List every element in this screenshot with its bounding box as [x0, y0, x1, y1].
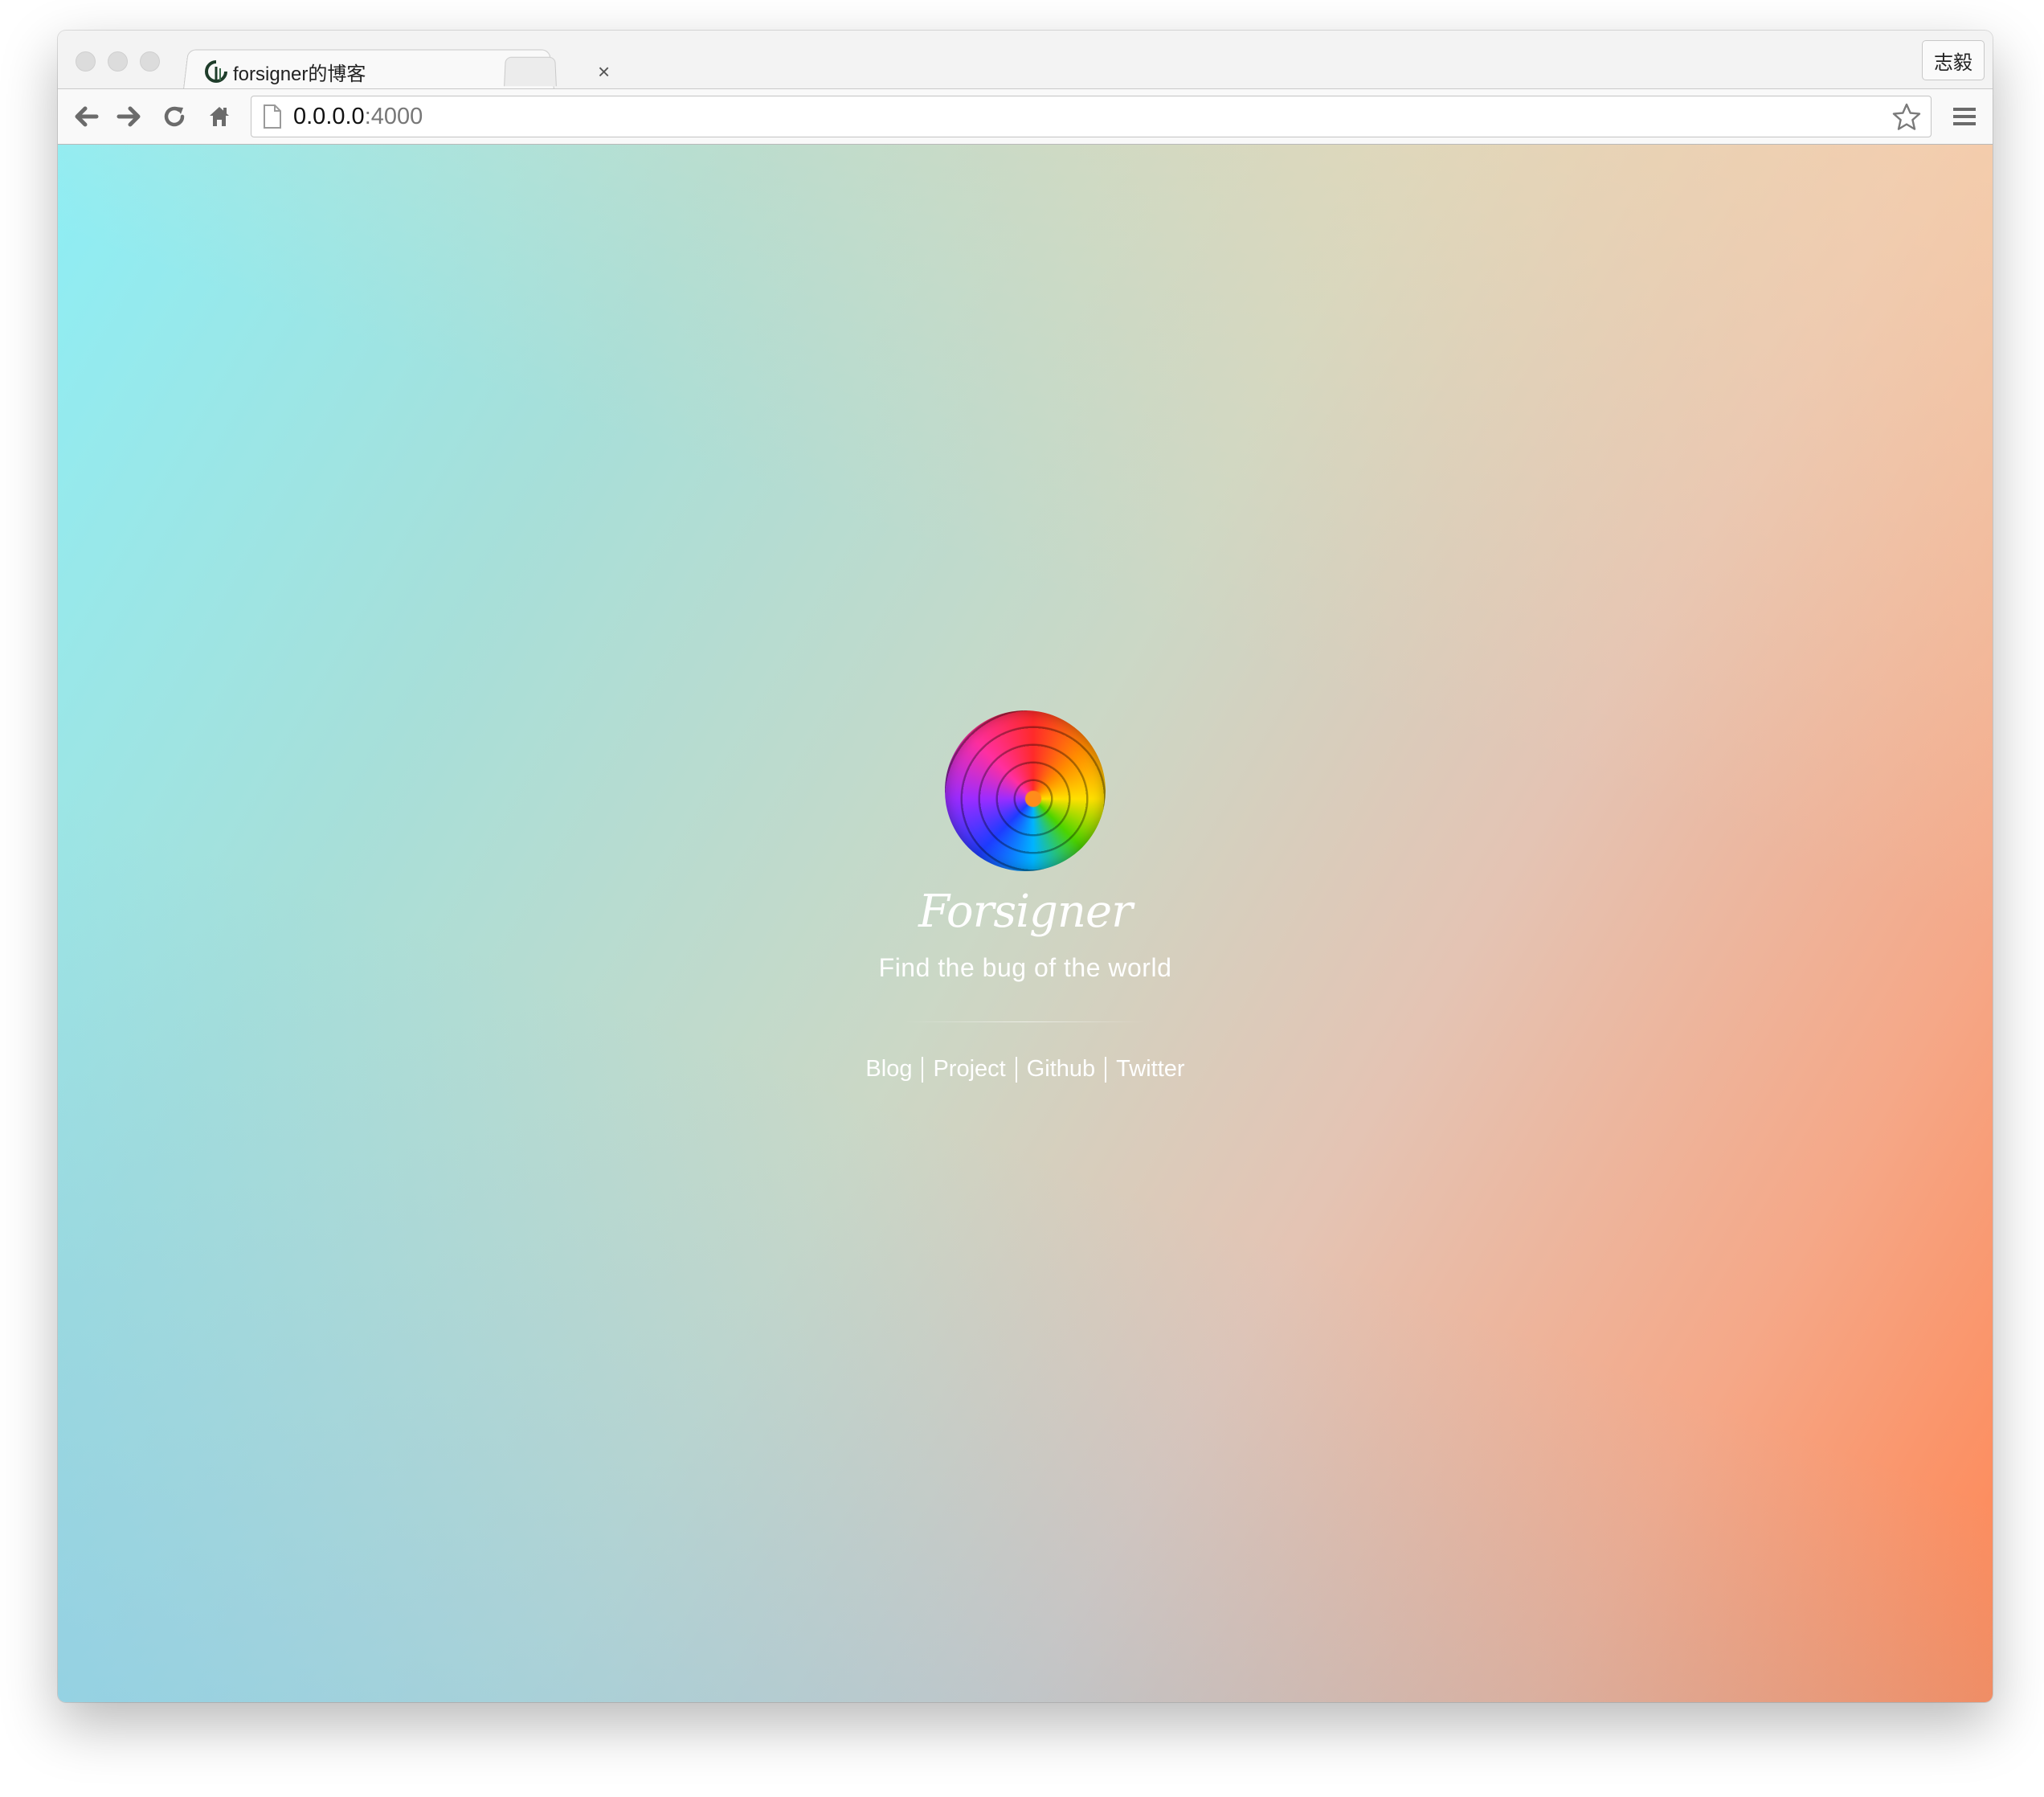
zoom-window-button[interactable]: [140, 51, 160, 72]
home-icon[interactable]: [202, 100, 236, 133]
site-tagline: Find the bug of the world: [878, 953, 1172, 982]
address-bar[interactable]: 0.0.0.0:4000: [251, 96, 1932, 137]
profile-button[interactable]: 志毅: [1922, 40, 1985, 80]
tab-content: forsigner的博客 ×: [196, 55, 610, 88]
nav-link-github[interactable]: Github: [1022, 1056, 1100, 1083]
bookmark-star-icon[interactable]: [1891, 101, 1923, 133]
nav-link-blog[interactable]: Blog: [861, 1056, 917, 1083]
reload-icon[interactable]: [157, 100, 191, 133]
nav-links: Blog Project Github Twitter: [58, 1056, 1993, 1083]
browser-window: forsigner的博客 × 志毅 0.0.0.0:4000 Forsigne…: [58, 31, 1993, 1702]
minimize-window-button[interactable]: [108, 51, 128, 72]
nav-separator: [1015, 1056, 1017, 1083]
new-tab-button[interactable]: [504, 56, 557, 87]
nav-separator: [922, 1056, 924, 1083]
page-icon: [263, 104, 282, 129]
tab-close-icon[interactable]: ×: [598, 59, 610, 84]
url-host: 0.0.0.0: [293, 103, 365, 129]
site-favicon-icon: [204, 59, 228, 84]
toolbar: 0.0.0.0:4000: [58, 88, 1993, 145]
hero: Forsigner Find the bug of the world Blog…: [58, 710, 1993, 1083]
url-port: :4000: [364, 103, 423, 129]
page-viewport: Forsigner Find the bug of the world Blog…: [58, 145, 1993, 1702]
site-name: Forsigner: [918, 886, 1133, 938]
back-arrow-icon[interactable]: [69, 100, 103, 133]
nav-separator: [1105, 1056, 1107, 1083]
nav-link-project[interactable]: Project: [928, 1056, 1010, 1083]
forward-arrow-icon[interactable]: [112, 100, 146, 133]
close-window-button[interactable]: [76, 51, 96, 72]
tab-strip: forsigner的博客 × 志毅: [58, 31, 1993, 89]
menu-icon[interactable]: [1948, 100, 1981, 133]
avatar: [945, 710, 1106, 871]
nav-link-twitter[interactable]: Twitter: [1111, 1056, 1189, 1083]
tab-title: forsigner的博客: [233, 63, 366, 85]
divider: [905, 1021, 1146, 1022]
